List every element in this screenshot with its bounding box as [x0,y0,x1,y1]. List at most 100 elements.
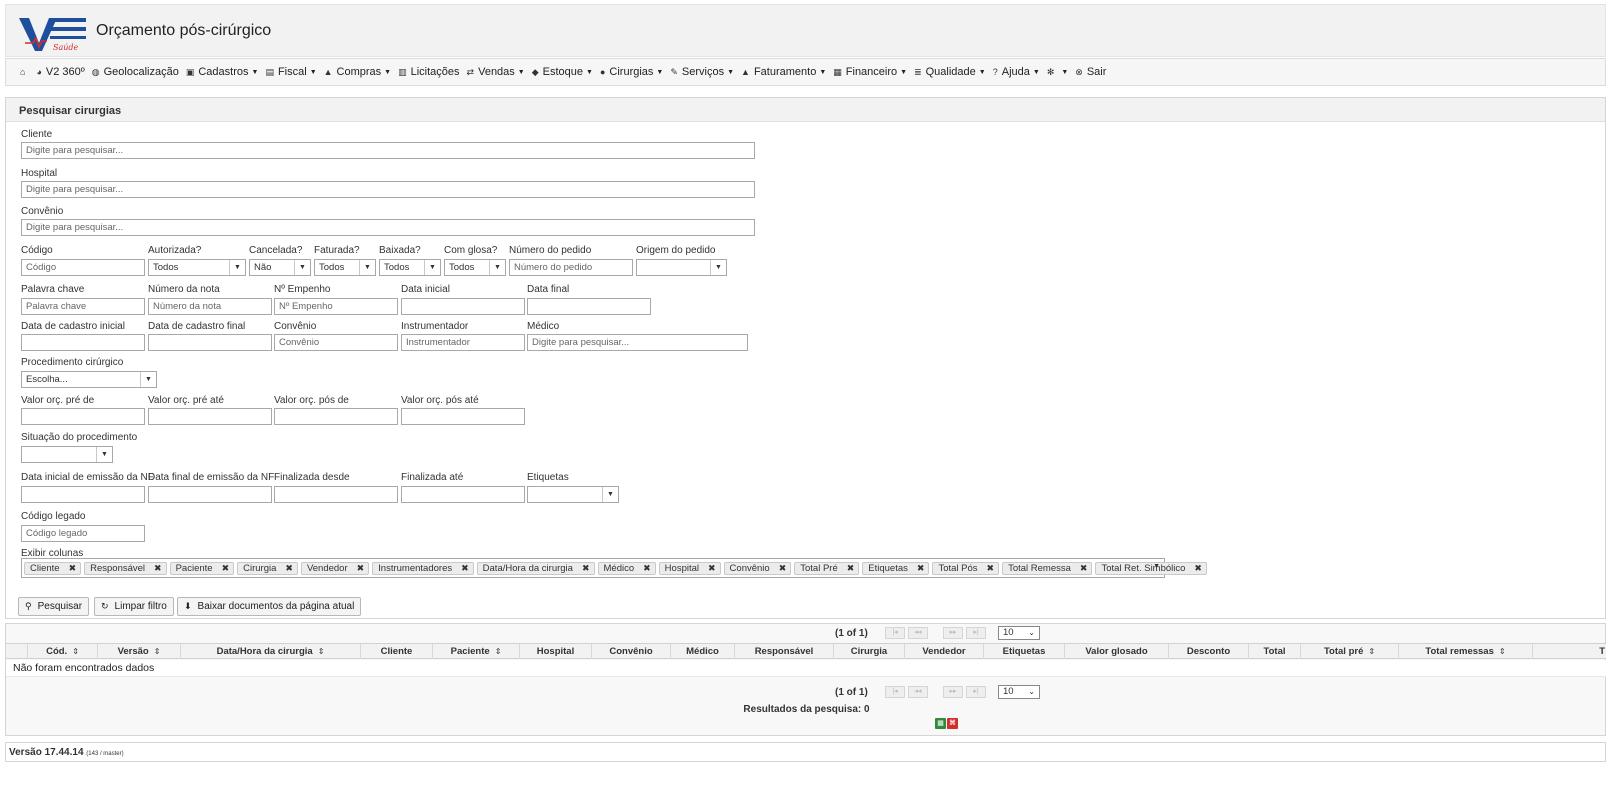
next-page-icon[interactable]: ▸▸ [943,686,963,698]
last-page-icon[interactable]: ▸| [966,686,986,698]
remove-chip-icon[interactable]: ✖ [708,563,716,574]
grid-column-header[interactable]: T [1533,644,1606,659]
grid-column-header[interactable]: Hospital [520,644,592,659]
medico-input[interactable]: Digite para pesquisar... [527,334,748,351]
remove-chip-icon[interactable]: ✖ [987,563,995,574]
remove-chip-icon[interactable]: ✖ [154,563,162,574]
chevron-down-icon[interactable]: ▼ [1153,563,1160,570]
data-final-input[interactable] [527,298,651,315]
exibir-colunas-multiselect[interactable]: Cliente ✖ Responsável ✖ Paciente ✖ Cirurgia ✖ Ve… [21,558,1207,578]
data-cadastro-final-input[interactable] [148,334,272,351]
convenio-top-input[interactable]: Digite para pesquisar... [21,219,755,236]
com-glosa-select[interactable]: Todos ▼ [444,259,506,276]
valor-pre-de-input[interactable] [21,408,145,425]
rows-per-page-select[interactable]: 10 ⌄ [998,685,1040,699]
menu-item-fiscal[interactable]: ▤ Fiscal ▼ [265,66,316,78]
menu-item-vendas[interactable]: ⇄ Vendas ▼ [467,66,525,78]
menu-item-cadastros[interactable]: ▣ Cadastros ▼ [186,66,259,78]
data-cadastro-inicial-input[interactable] [21,334,145,351]
faturada-select[interactable]: Todos ▼ [314,259,376,276]
remove-chip-icon[interactable]: ✖ [285,563,293,574]
palavra-chave-input[interactable]: Palavra chave [21,298,145,315]
first-page-icon[interactable]: |◂ [885,627,905,639]
remove-chip-icon[interactable]: ✖ [779,563,787,574]
grid-column-header[interactable]: Data/Hora da cirurgia ⇕ [181,644,361,659]
excel-export-icon[interactable]: ▦ [935,718,946,729]
remove-chip-icon[interactable]: ✖ [461,563,469,574]
etiquetas-select[interactable]: ▼ [527,486,619,503]
menu-item-gear[interactable]: ✻ ▼ [1047,67,1068,78]
grid-column-header[interactable]: Convênio [592,644,671,659]
menu-item-geolocaliza-o[interactable]: ◍ Geolocalização [92,66,179,78]
baixar-documentos-button[interactable]: ⬇ Baixar documentos da página atual [177,597,362,616]
grid-column-header[interactable]: Desconto [1169,644,1249,659]
situacao-select[interactable]: ▼ [21,446,113,463]
convenio-input[interactable]: Convênio [274,334,398,351]
menu-item-compras[interactable]: ▲ Compras ▼ [324,66,391,78]
cliente-input[interactable]: Digite para pesquisar... [21,142,755,159]
last-page-icon[interactable]: ▸| [966,627,986,639]
remove-chip-icon[interactable]: ✖ [643,563,651,574]
numero-pedido-input[interactable]: Número do pedido [509,259,633,276]
pesquisar-button[interactable]: ⚲ Pesquisar [18,597,90,616]
grid-column-header[interactable]: Total [1249,644,1301,659]
menu-item-home[interactable]: ⌂ [20,67,29,77]
prev-page-icon[interactable]: ◂◂ [908,627,928,639]
data-inicial-input[interactable] [401,298,525,315]
codigo-input[interactable]: Código [21,259,145,276]
procedimento-select[interactable]: Escolha... ▼ [21,371,157,388]
grid-column-header[interactable]: Total pré ⇕ [1301,644,1399,659]
remove-chip-icon[interactable]: ✖ [222,563,230,574]
menu-item-cirurgias[interactable]: ● Cirurgias ▼ [600,66,663,78]
rows-per-page-select[interactable]: 10 ⌄ [998,626,1040,640]
data-emissao-final-input[interactable] [148,486,272,503]
finalizada-ate-input[interactable] [401,486,525,503]
empenho-input[interactable]: Nº Empenho [274,298,398,315]
menu-item-estoque[interactable]: ◆ Estoque ▼ [532,66,593,78]
grid-column-header[interactable]: Total remessas ⇕ [1399,644,1533,659]
remove-chip-icon[interactable]: ✖ [582,563,590,574]
data-emissao-inicial-input[interactable] [21,486,145,503]
menu-item-sair[interactable]: ⊗ Sair [1075,66,1106,78]
valor-pos-de-input[interactable] [274,408,398,425]
codigo-legado-input[interactable]: Código legado [21,525,145,542]
menu-item-ajuda[interactable]: ? Ajuda ▼ [993,66,1040,78]
grid-column-header[interactable]: Médico [671,644,735,659]
limpar-filtro-button[interactable]: ↻ Limpar filtro [94,597,174,616]
valor-pre-ate-input[interactable] [148,408,272,425]
grid-column-header[interactable]: Etiquetas [984,644,1065,659]
pdf-export-icon[interactable]: ⌘ [947,718,958,729]
grid-column-header[interactable]: Paciente ⇕ [433,644,520,659]
grid-column-header[interactable]: Cirurgia [834,644,905,659]
remove-chip-icon[interactable]: ✖ [917,563,925,574]
cancelada-select[interactable]: Não ▼ [249,259,311,276]
baixada-select[interactable]: Todos ▼ [379,259,441,276]
remove-chip-icon[interactable]: ✖ [1194,563,1202,574]
menu-item-qualidade[interactable]: ≣ Qualidade ▼ [914,66,986,78]
menu-item-servi-os[interactable]: ✎ Serviços ▼ [670,66,734,78]
menu-item-financeiro[interactable]: ▦ Financeiro ▼ [833,66,907,78]
grid-column-header[interactable]: Valor glosado [1065,644,1169,659]
remove-chip-icon[interactable]: ✖ [69,563,77,574]
grid-column-header[interactable]: Versão ⇕ [98,644,181,659]
menu-item-faturamento[interactable]: ▲ Faturamento ▼ [741,66,826,78]
remove-chip-icon[interactable]: ✖ [357,563,365,574]
hospital-input[interactable]: Digite para pesquisar... [21,181,755,198]
next-page-icon[interactable]: ▸▸ [943,627,963,639]
valor-pos-ate-input[interactable] [401,408,525,425]
first-page-icon[interactable]: |◂ [885,686,905,698]
origem-pedido-select[interactable]: ▼ [636,259,727,276]
menu-item-licita-es[interactable]: ▥ Licitações [398,66,459,78]
prev-page-icon[interactable]: ◂◂ [908,686,928,698]
remove-chip-icon[interactable]: ✖ [1080,563,1088,574]
numero-nota-input[interactable]: Número da nota [148,298,272,315]
grid-column-header[interactable]: Vendedor [905,644,984,659]
finalizada-desde-input[interactable] [274,486,398,503]
grid-column-header[interactable]: Responsável [735,644,834,659]
menu-item-v2-360-[interactable]: ◕ V2 360º [36,66,84,78]
remove-chip-icon[interactable]: ✖ [847,563,855,574]
grid-column-header[interactable]: Cód. ⇕ [28,644,98,659]
instrumentador-input[interactable]: Instrumentador [401,334,525,351]
autorizada-select[interactable]: Todos ▼ [148,259,246,276]
grid-column-header[interactable]: Cliente [361,644,433,659]
